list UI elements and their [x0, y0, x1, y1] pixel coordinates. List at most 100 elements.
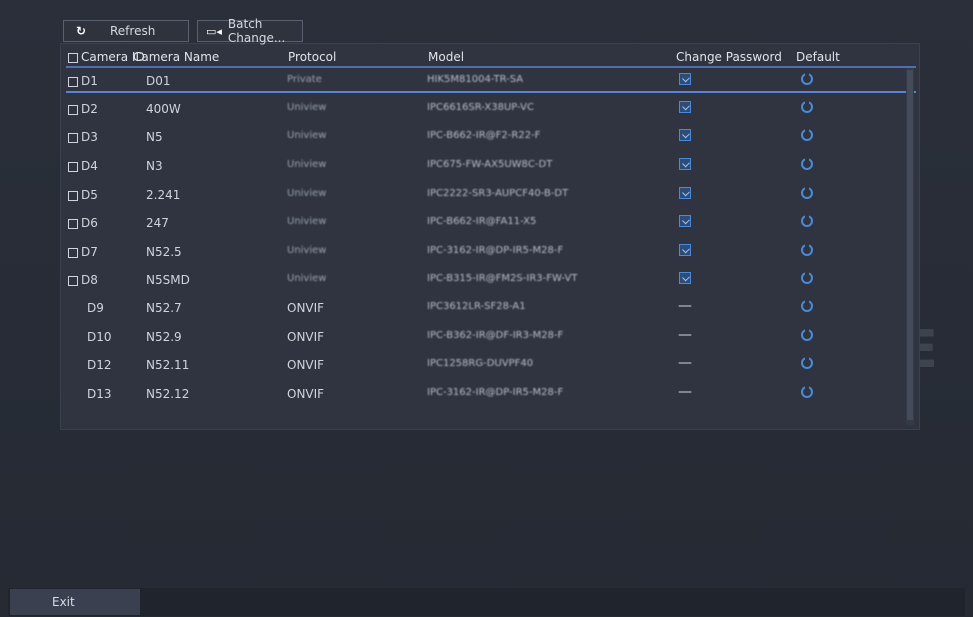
power-icon[interactable]	[801, 270, 813, 284]
edit-icon[interactable]	[679, 215, 691, 227]
table-row[interactable]: D12 N52.11 ONVIF IPC1258RG-DUVPF40 —	[66, 354, 916, 378]
row-checkbox[interactable]	[68, 218, 78, 229]
camera-icon: ▭◂	[206, 24, 222, 38]
camera-id: D10	[87, 330, 112, 344]
edit-icon[interactable]	[679, 73, 691, 85]
edit-icon[interactable]	[679, 244, 691, 256]
row-checkbox[interactable]	[68, 190, 78, 201]
refresh-icon: ↻	[75, 24, 87, 38]
camera-model: IPC3612LR-SF28-A1	[427, 301, 526, 312]
table-row[interactable]: D6 247 Uniview IPC-B662-IR@FA11-X5	[66, 212, 916, 236]
camera-id-cell: D8	[68, 273, 98, 287]
camera-id: D3	[81, 130, 98, 144]
camera-name: D01	[146, 74, 171, 88]
refresh-button[interactable]: ↻ Refresh	[63, 20, 189, 42]
camera-model: IPC-B662-IR@FA11-X5	[427, 216, 537, 227]
camera-name: N52.12	[146, 387, 190, 401]
power-icon[interactable]	[801, 327, 813, 341]
row-checkbox[interactable]	[68, 275, 78, 286]
camera-model: IPC675-FW-AX5UW8C-DT	[427, 159, 553, 170]
table-row[interactable]: D4 N3 Uniview IPC675-FW-AX5UW8C-DT	[66, 155, 916, 179]
camera-name: N52.7	[146, 301, 182, 315]
exit-button[interactable]: Exit	[10, 589, 140, 615]
camera-protocol: Uniview	[287, 245, 327, 256]
camera-id: D9	[87, 301, 104, 315]
power-icon[interactable]	[801, 185, 813, 199]
row-checkbox[interactable]	[68, 104, 78, 115]
password-unavailable: —	[678, 327, 692, 343]
camera-id-cell: D5	[68, 188, 98, 202]
row-checkbox[interactable]	[68, 161, 78, 172]
table-row[interactable]: D2 400W Uniview IPC6616SR-X38UP-VC	[66, 98, 916, 122]
camera-model: IPC6616SR-X38UP-VC	[427, 102, 534, 113]
power-icon[interactable]	[801, 213, 813, 227]
password-unavailable: —	[678, 384, 692, 400]
camera-id-cell: D3	[68, 130, 98, 144]
power-icon[interactable]	[801, 298, 813, 312]
edit-icon[interactable]	[679, 129, 691, 141]
camera-model: IPC-B362-IR@DF-IR3-M28-F	[427, 330, 564, 341]
camera-protocol: Uniview	[287, 273, 327, 284]
camera-name: N5	[146, 130, 163, 144]
table-row[interactable]: D13 N52.12 ONVIF IPC-3162-IR@DP-IR5-M28-F —	[66, 383, 916, 407]
camera-id: D13	[87, 387, 112, 401]
camera-id-cell: D6	[68, 216, 98, 230]
power-icon[interactable]	[801, 242, 813, 256]
camera-protocol: Uniview	[287, 159, 327, 170]
camera-name: N52.5	[146, 245, 182, 259]
scrollbar-thumb[interactable]	[907, 70, 913, 420]
edit-icon[interactable]	[679, 158, 691, 170]
camera-id: D5	[81, 188, 98, 202]
camera-name: N3	[146, 159, 163, 173]
camera-id-cell: D7	[68, 245, 98, 259]
power-icon[interactable]	[801, 71, 813, 85]
camera-protocol: ONVIF	[287, 358, 325, 372]
row-checkbox[interactable]	[68, 247, 78, 258]
batch-change-label: Batch Change...	[227, 17, 286, 45]
password-unavailable: —	[678, 355, 692, 371]
table-row[interactable]: D7 N52.5 Uniview IPC-3162-IR@DP-IR5-M28-F	[66, 241, 916, 265]
table-row[interactable]: D3 N5 Uniview IPC-B662-IR@F2-R22-F	[66, 126, 916, 150]
camera-model: IPC2222-SR3-AUPCF40-B-DT	[427, 188, 569, 199]
table-row[interactable]: D8 N5SMD Uniview IPC-B315-IR@FM2S-IR3-FW-VT	[66, 269, 916, 293]
camera-name: 400W	[146, 102, 181, 116]
camera-id: D4	[81, 159, 98, 173]
edit-icon[interactable]	[679, 187, 691, 199]
camera-protocol: ONVIF	[287, 330, 325, 344]
camera-model: HIK5M81004-TR-SA	[427, 74, 524, 85]
select-all-checkbox[interactable]	[68, 52, 78, 63]
power-icon[interactable]	[801, 127, 813, 141]
camera-id: D7	[81, 245, 98, 259]
camera-model: IPC-3162-IR@DP-IR5-M28-F	[427, 387, 564, 398]
row-checkbox[interactable]	[68, 76, 78, 87]
table-row[interactable]: D10 N52.9 ONVIF IPC-B362-IR@DF-IR3-M28-F —	[66, 326, 916, 350]
camera-id-cell: D1	[68, 74, 98, 88]
table-scrollbar[interactable]	[906, 68, 914, 425]
camera-name: 247	[146, 216, 169, 230]
camera-name: N5SMD	[146, 273, 190, 287]
table-row[interactable]: D9 N52.7 ONVIF IPC3612LR-SF28-A1 —	[66, 297, 916, 321]
edit-icon[interactable]	[679, 101, 691, 113]
camera-protocol: Private	[287, 74, 322, 85]
edit-icon[interactable]	[679, 272, 691, 284]
power-icon[interactable]	[801, 355, 813, 369]
power-icon[interactable]	[801, 384, 813, 398]
camera-protocol: ONVIF	[287, 387, 325, 401]
table-row[interactable]: D1 D01 Private HIK5M81004-TR-SA	[66, 70, 916, 94]
camera-id: D2	[81, 102, 98, 116]
batch-change-button[interactable]: ▭◂ Batch Change...	[197, 17, 303, 45]
bottom-bar	[8, 588, 965, 616]
row-checkbox[interactable]	[68, 132, 78, 143]
camera-id-cell: D13	[87, 387, 112, 401]
password-unavailable: —	[678, 298, 692, 314]
power-icon[interactable]	[801, 156, 813, 170]
power-icon[interactable]	[801, 99, 813, 113]
camera-protocol: Uniview	[287, 188, 327, 199]
camera-id-cell: D9	[87, 301, 104, 315]
camera-model: IPC-3162-IR@DP-IR5-M28-F	[427, 245, 564, 256]
camera-model: IPC-B315-IR@FM2S-IR3-FW-VT	[427, 273, 578, 284]
camera-id: D8	[81, 273, 98, 287]
camera-id-cell: D10	[87, 330, 112, 344]
camera-model: IPC1258RG-DUVPF40	[427, 358, 534, 369]
table-row[interactable]: D5 2.241 Uniview IPC2222-SR3-AUPCF40-B-DT	[66, 184, 916, 208]
